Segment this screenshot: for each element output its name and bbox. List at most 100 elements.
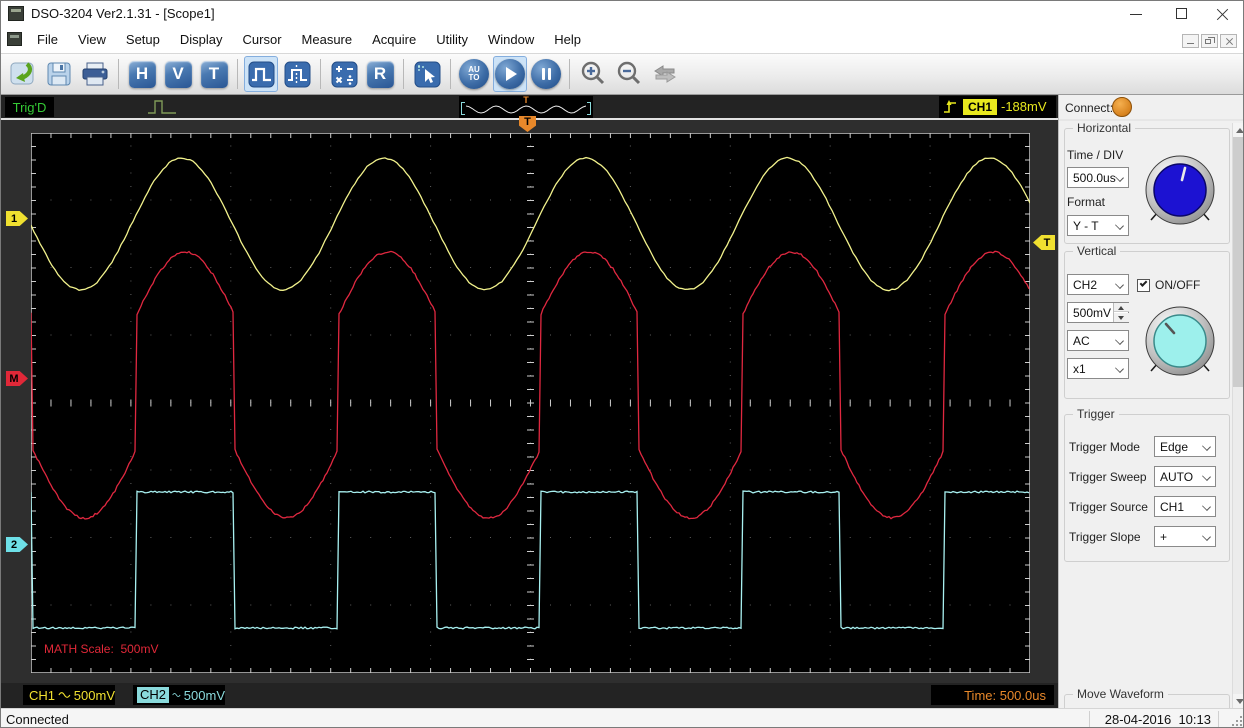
menu-file[interactable]: File [27,27,68,53]
horizontal-knob[interactable] [1141,151,1219,229]
channel-select[interactable]: CH2 [1067,274,1129,295]
ch2-zero-marker[interactable]: 2 [6,537,28,552]
window-title: DSO-3204 Ver2.1.31 - [Scope1] [31,6,215,21]
waveform-preview[interactable]: T [459,96,593,118]
scope-plot[interactable] [31,133,1030,673]
mdi-close-icon [1225,37,1233,45]
menu-measure[interactable]: Measure [292,27,363,53]
pause-icon [531,59,561,89]
horizontal-icon: H [129,61,156,88]
menu-view[interactable]: View [68,27,116,53]
scroll-down-icon[interactable] [1233,694,1244,708]
onoff-label: ON/OFF [1155,278,1200,292]
trigger-position-marker[interactable]: T [519,116,536,132]
trigger-slope-select[interactable]: + [1154,526,1216,547]
trigger-icon: T [201,61,228,88]
menu-display[interactable]: Display [170,27,233,53]
volts-div-stepper[interactable]: 500mV [1067,302,1129,323]
trigger-sweep-label: Trigger Sweep [1069,470,1147,484]
horizontal-group-title: Horizontal [1073,121,1135,135]
math-zero-marker[interactable]: M [6,371,28,386]
trigger-level-marker[interactable]: T [1033,235,1055,250]
trigger-slope-icon [943,99,959,115]
menu-utility[interactable]: Utility [426,27,478,53]
mdi-close-button[interactable] [1220,34,1237,48]
zoom-out-button[interactable] [612,56,646,92]
menu-bar: File View Setup Display Cursor Measure A… [1,27,1244,53]
trigger-sweep-select[interactable]: AUTO [1154,466,1216,487]
print-button[interactable] [78,56,112,92]
math-button[interactable] [327,56,361,92]
resize-grip[interactable] [1230,714,1243,727]
vertical-knob[interactable] [1141,302,1219,380]
close-button[interactable] [1199,1,1244,27]
mdi-restore-button[interactable] [1201,34,1218,48]
scope-region: Trig'D T CH1 -188mV 1 M [1,95,1058,708]
trigger-settings-button[interactable]: T [197,56,231,92]
run-button[interactable] [493,56,527,92]
timebase-readout: Time: 500.0us [931,685,1054,705]
title-bar: DSO-3204 Ver2.1.31 - [Scope1] [1,1,1244,27]
spin-down-icon[interactable] [1114,313,1129,322]
panel-scrollbar[interactable] [1232,123,1244,708]
pause-button[interactable] [529,56,563,92]
chevron-down-icon [1115,173,1124,182]
scrollbar-thumb[interactable] [1233,137,1244,387]
plot-area-wrapper: 1 M 2 T T MATH Scale: 500mV [1,122,1058,683]
pulse-display-button[interactable] [244,56,278,92]
menu-acquire[interactable]: Acquire [362,27,426,53]
math-icon [331,61,358,88]
horizontal-settings-button[interactable]: H [125,56,159,92]
channel-readout-bar: CH1 500mV CH2 500mV Time: 500.0us [1,683,1058,708]
spin-up-icon[interactable] [1114,303,1129,312]
toolbar: H V T R [1,53,1244,95]
format-select[interactable]: Y - T [1067,215,1129,236]
preview-right-bracket-icon [587,102,591,115]
cursor-tool-button[interactable] [410,56,444,92]
print-icon [81,61,109,87]
toolbar-separator [403,59,404,89]
mdi-minimize-button[interactable] [1182,34,1199,48]
reference-button[interactable]: R [363,56,397,92]
trigger-level-value: -188mV [1001,99,1047,114]
ch1-readout[interactable]: CH1 500mV [23,685,115,705]
toolbar-separator [450,59,451,89]
minimize-button[interactable] [1113,1,1159,27]
pulse-preview-icon [147,98,179,117]
ch2-coupling-icon [172,691,181,699]
menu-help[interactable]: Help [544,27,591,53]
toolbar-separator [320,59,321,89]
ch2-readout[interactable]: CH2 500mV [133,685,225,705]
ch1-zero-marker[interactable]: 1 [6,211,28,226]
channel-onoff-checkbox[interactable] [1137,279,1150,292]
scroll-up-icon[interactable] [1233,123,1244,137]
close-icon [1216,8,1228,20]
trigger-group-title: Trigger [1073,407,1119,421]
trigger-mode-select[interactable]: Edge [1154,436,1216,457]
coupling-select[interactable]: AC [1067,330,1129,351]
ch1-coupling-icon [58,691,71,699]
load-setup-button[interactable] [6,56,40,92]
sync-button[interactable] [648,56,682,92]
connection-status: Connected [6,712,69,727]
vertical-settings-button[interactable]: V [161,56,195,92]
chevron-down-icon [1115,280,1124,289]
zoom-in-button[interactable] [576,56,610,92]
menu-cursor[interactable]: Cursor [233,27,292,53]
reference-icon: R [367,61,394,88]
save-button[interactable] [42,56,76,92]
time-div-select[interactable]: 500.0us [1067,167,1129,188]
menu-window[interactable]: Window [478,27,544,53]
probe-select[interactable]: x1 [1067,358,1129,379]
preview-left-bracket-icon [461,102,465,115]
pulse-measure-button[interactable] [280,56,314,92]
vertical-icon: V [165,61,192,88]
sync-icon [650,59,680,89]
autoset-button[interactable]: AUTO [457,56,491,92]
connect-label: Connect: [1065,101,1113,115]
menu-setup[interactable]: Setup [116,27,170,53]
trigger-source-select[interactable]: CH1 [1154,496,1216,517]
play-icon [495,59,525,89]
vertical-group-title: Vertical [1073,244,1120,258]
ch2-name-badge: CH2 [137,687,169,703]
